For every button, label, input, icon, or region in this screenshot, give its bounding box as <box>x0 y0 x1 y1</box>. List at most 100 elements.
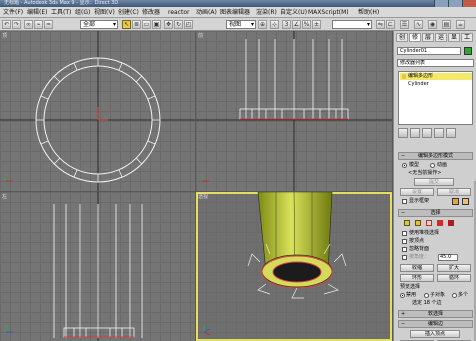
by-angle-checkbox[interactable] <box>402 255 407 260</box>
stack-item-cylinder[interactable]: Cylinder <box>400 81 472 88</box>
pivot-center-icon[interactable]: ⊕ <box>258 20 267 29</box>
reference-coordinate-dropdown[interactable]: 视图 <box>226 20 256 29</box>
maximize-button[interactable] <box>448 0 462 7</box>
rollout-title: 编辑多边形模式 <box>417 153 453 159</box>
grow-button[interactable]: 扩大 <box>437 264 471 272</box>
menu-tools[interactable]: 工具(T) <box>51 8 71 17</box>
menu-reactor[interactable]: reactor <box>168 8 190 17</box>
insert-vertex-button[interactable]: 插入顶点 <box>410 330 460 338</box>
preview-off-radio[interactable] <box>400 293 405 298</box>
menu-rendering[interactable]: 渲染(R) <box>256 8 277 17</box>
selection-filter-dropdown[interactable]: 全部 <box>80 20 118 29</box>
vertex-level-icon[interactable] <box>404 220 410 226</box>
menu-create[interactable]: 创建(C) <box>118 8 139 17</box>
tab-modify[interactable]: 修 <box>409 33 421 42</box>
select-scale-icon[interactable]: ◰ <box>184 20 193 29</box>
percent-snap-icon[interactable]: % <box>302 20 311 29</box>
redo-icon[interactable]: ↷ <box>12 20 21 29</box>
quick-render-icon[interactable]: ☕ <box>456 20 465 29</box>
cage-selected-color-swatch[interactable] <box>462 198 469 205</box>
tab-motion[interactable]: 运 <box>435 33 447 42</box>
element-level-icon[interactable] <box>448 220 454 226</box>
make-unique-icon[interactable] <box>422 128 432 138</box>
model-radio[interactable] <box>402 163 407 168</box>
rectangle-selection-icon[interactable]: ▭ <box>142 20 151 29</box>
select-move-icon[interactable]: ✥ <box>164 20 173 29</box>
menu-customize[interactable]: 自定义(U) <box>280 8 307 17</box>
minimize-button[interactable] <box>434 0 448 7</box>
rollout-edit-edges[interactable]: − 编辑边 <box>398 320 473 328</box>
show-cage-checkbox[interactable] <box>402 199 407 204</box>
modifier-list-dropdown[interactable]: 修改器列表 <box>397 59 474 67</box>
window-crossing-icon[interactable]: ▣ <box>152 20 161 29</box>
left-view-geometry <box>5 192 143 341</box>
stack-item-edit-poly[interactable]: 编辑多边形 <box>400 73 472 80</box>
settings-button[interactable]: 设置 <box>400 188 434 196</box>
border-level-icon[interactable] <box>426 220 432 226</box>
select-by-name-icon[interactable]: ≣ <box>132 20 141 29</box>
by-angle-spinner[interactable]: 45.0 <box>438 254 458 261</box>
use-stack-selection-checkbox[interactable] <box>402 231 407 236</box>
curve-editor-icon[interactable]: ∿ <box>414 20 423 29</box>
viewport-top[interactable]: 顶 <box>0 31 195 191</box>
menu-maxscript[interactable]: MAXScript(M) <box>308 8 349 17</box>
select-rotate-icon[interactable]: ↻ <box>174 20 183 29</box>
close-button[interactable] <box>462 0 476 7</box>
layer-manager-icon[interactable]: ☰ <box>400 20 409 29</box>
ignore-backfacing-checkbox[interactable] <box>402 247 407 252</box>
object-color-swatch[interactable] <box>464 47 472 55</box>
model-label: 模型 <box>409 162 420 168</box>
animate-radio[interactable] <box>430 163 435 168</box>
cage-color-swatch[interactable] <box>452 198 459 205</box>
stack-item-label: Cylinder <box>408 81 429 87</box>
show-end-result-icon[interactable] <box>410 128 420 138</box>
menu-animation[interactable]: 动画(A) <box>196 8 217 17</box>
loop-button[interactable]: 循环 <box>437 274 471 282</box>
preview-subobject-radio[interactable] <box>424 293 429 298</box>
manipulate-icon[interactable]: ⊹ <box>270 20 279 29</box>
unlink-icon[interactable]: ⌁ <box>34 20 43 29</box>
edge-level-icon[interactable] <box>415 220 421 226</box>
render-setup-icon[interactable]: ▤ <box>442 20 451 29</box>
tab-hierarchy[interactable]: 层 <box>422 33 434 42</box>
viewport-front[interactable]: 前 <box>196 31 392 191</box>
link-icon[interactable]: ∞ <box>24 20 33 29</box>
align-icon[interactable]: ⊏ <box>386 20 395 29</box>
menu-help[interactable]: 帮助(H) <box>358 8 379 17</box>
snap-toggle-icon[interactable]: 3 <box>282 20 291 29</box>
menu-modifiers[interactable]: 修改器 <box>142 8 160 17</box>
polygon-level-icon[interactable] <box>437 220 443 226</box>
select-object-icon[interactable]: ↖ <box>122 20 131 29</box>
rollout-selection[interactable]: − 选择 <box>398 209 473 217</box>
cancel-button[interactable]: 取消 <box>437 188 471 196</box>
angle-snap-icon[interactable]: ∠ <box>292 20 301 29</box>
commit-button[interactable]: 提交 <box>414 178 454 186</box>
preview-multi-radio[interactable] <box>452 293 457 298</box>
ring-button[interactable]: 环形 <box>400 274 434 282</box>
pin-stack-icon[interactable] <box>398 128 408 138</box>
rollout-soft-selection[interactable]: + 软选择 <box>398 310 473 318</box>
menu-file[interactable]: 文件(F) <box>3 8 23 17</box>
viewport-left[interactable]: 左 <box>0 192 195 341</box>
menu-graph-editors[interactable]: 图表编辑器 <box>220 8 250 17</box>
mirror-icon[interactable]: ⇋ <box>376 20 385 29</box>
menu-edit[interactable]: 编辑(E) <box>27 8 47 17</box>
lightbulb-icon[interactable] <box>402 74 406 79</box>
material-editor-icon[interactable]: ◉ <box>428 20 437 29</box>
remove-modifier-icon[interactable] <box>434 128 444 138</box>
tab-display[interactable]: 显 <box>448 33 460 42</box>
object-name-field[interactable]: Cylinder01 <box>397 47 461 55</box>
shrink-button[interactable]: 收缩 <box>400 264 434 272</box>
tab-create[interactable]: 创 <box>396 33 408 42</box>
bind-space-warp-icon[interactable]: ≈ <box>44 20 53 29</box>
named-selection-dropdown[interactable] <box>332 20 372 29</box>
spinner-snap-icon[interactable]: ± <box>312 20 321 29</box>
by-vertex-checkbox[interactable] <box>402 239 407 244</box>
viewport-perspective[interactable]: 透视 <box>196 192 392 341</box>
rollout-edit-poly-mode[interactable]: − 编辑多边形模式 <box>398 152 473 160</box>
menu-group[interactable]: 组(G) <box>75 8 90 17</box>
configure-sets-icon[interactable] <box>446 128 456 138</box>
tab-utilities[interactable]: 工 <box>461 33 473 42</box>
undo-icon[interactable]: ↶ <box>2 20 11 29</box>
menu-views[interactable]: 视图(V) <box>94 8 115 17</box>
